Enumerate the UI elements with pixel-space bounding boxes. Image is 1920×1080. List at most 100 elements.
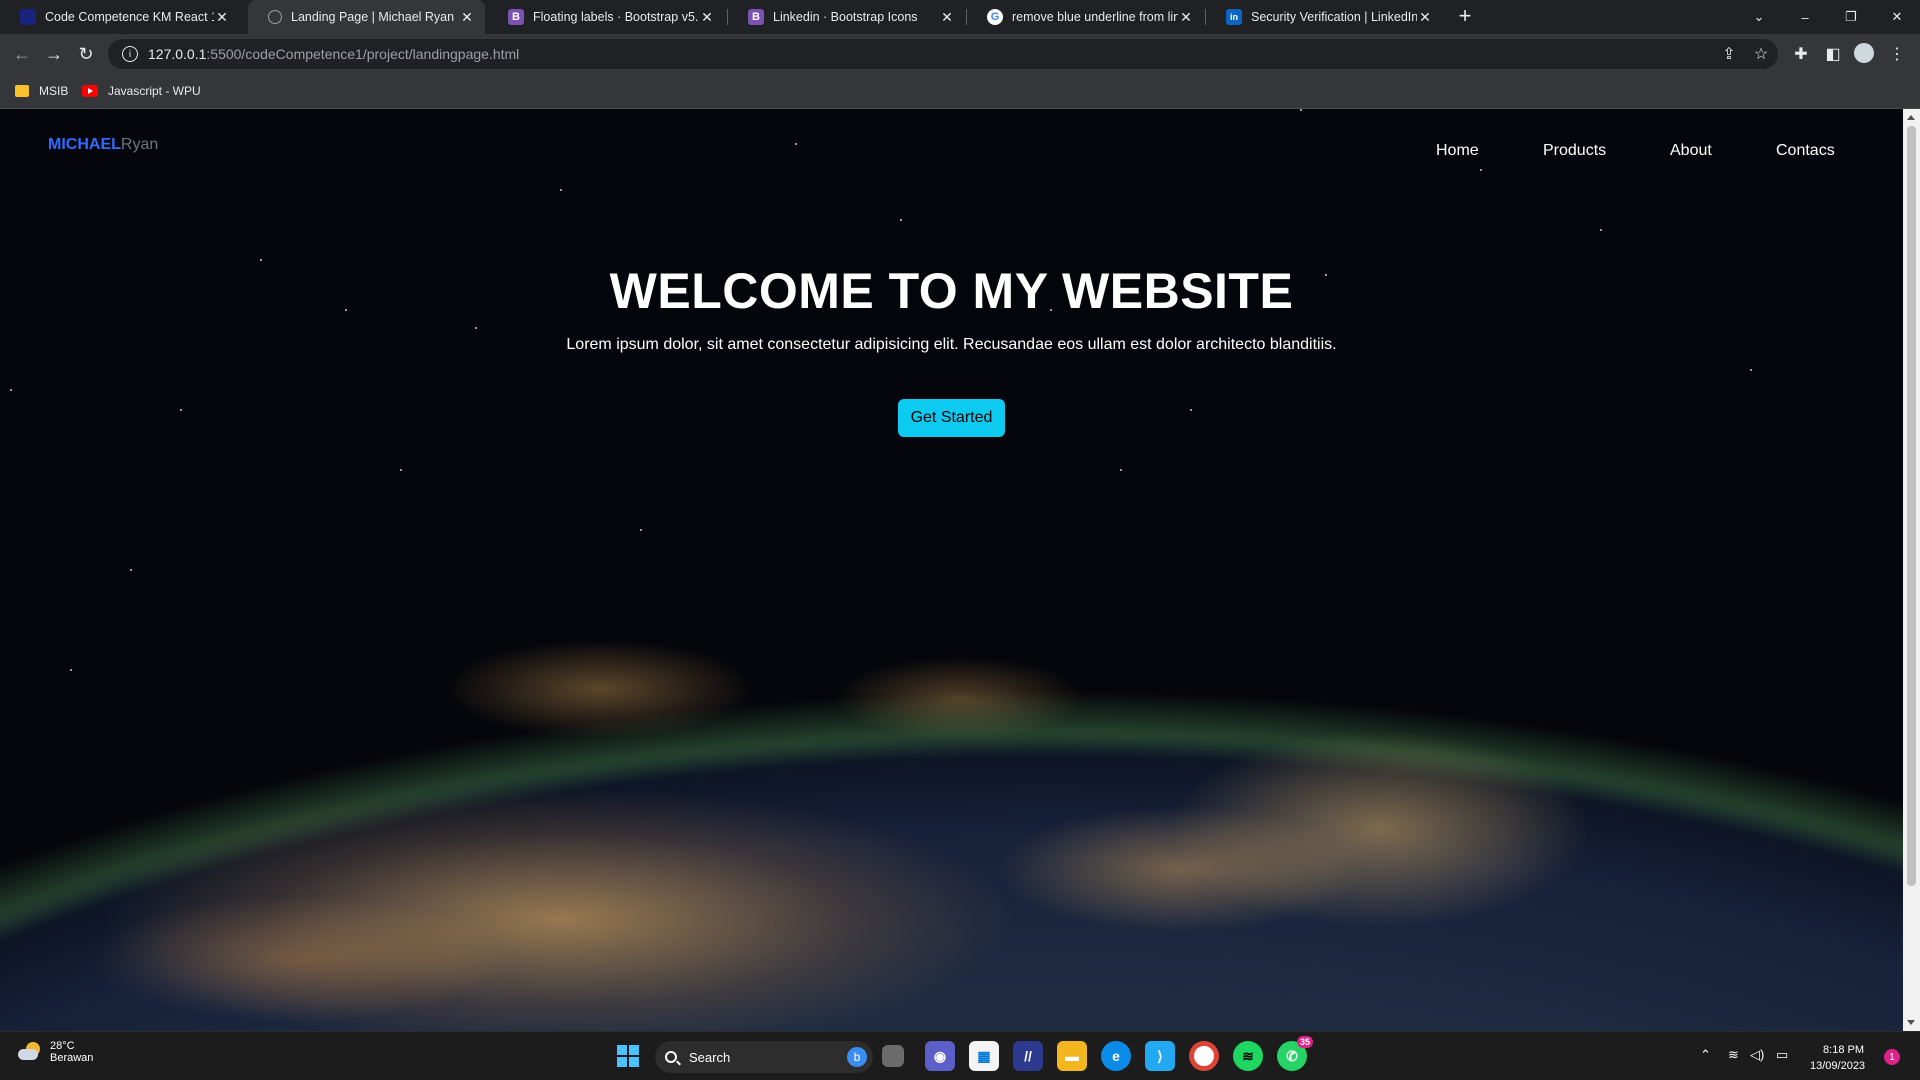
share-icon[interactable]: ⇪	[1718, 43, 1740, 65]
system-clock[interactable]: 8:18 PM 13/09/2023	[1810, 1042, 1866, 1074]
vscode-icon[interactable]: ⟩	[1145, 1041, 1175, 1071]
page-icon	[20, 9, 36, 25]
url-host: 127.0.0.1	[148, 46, 207, 62]
minimize-button[interactable]: –	[1782, 0, 1828, 34]
forward-arrow-icon[interactable]: →	[40, 40, 68, 68]
site-info-icon[interactable]: i	[122, 46, 138, 62]
notification-badge[interactable]: 1	[1884, 1049, 1900, 1065]
spotify-icon[interactable]: ≋	[1233, 1041, 1263, 1071]
star	[560, 189, 562, 191]
tab-floating-labels[interactable]: B Floating labels · Bootstrap v5.3 ✕	[488, 0, 725, 34]
bootstrap-icon: B	[748, 9, 764, 25]
close-tab-icon[interactable]: ✕	[1178, 9, 1194, 25]
edge-icon[interactable]: e	[1101, 1041, 1131, 1071]
menu-kebab-icon[interactable]: ⋮	[1886, 43, 1908, 65]
get-started-button[interactable]: Get Started	[898, 399, 1005, 437]
tab-remove-underline[interactable]: G remove blue underline from link ✕	[967, 0, 1204, 34]
teams-chat-icon[interactable]: ◉	[925, 1041, 955, 1071]
star	[260, 259, 262, 261]
tab-title: Floating labels · Bootstrap v5.3	[533, 10, 699, 24]
star	[1120, 469, 1122, 471]
globe-icon	[268, 10, 282, 24]
taskbar-search-label: Search	[689, 1049, 731, 1065]
restore-button[interactable]: ❐	[1828, 0, 1874, 34]
task-view-icon[interactable]	[882, 1045, 904, 1067]
close-tab-icon[interactable]: ✕	[939, 9, 955, 25]
scroll-down-arrow-icon[interactable]	[1907, 1020, 1915, 1025]
google-icon: G	[987, 9, 1003, 25]
page-scrollbar[interactable]	[1903, 109, 1920, 1031]
bootstrap-icon: B	[508, 9, 524, 25]
tab-linkedin-icons[interactable]: B Linkedin · Bootstrap Icons ✕	[728, 0, 965, 34]
weather-widget[interactable]: 28°C Berawan	[16, 1040, 93, 1064]
star	[1190, 409, 1192, 411]
address-bar[interactable]: i 127.0.0.1:5500/codeCompetence1/project…	[108, 39, 1778, 69]
tab-landing-page[interactable]: Landing Page | Michael Ryan ✕	[248, 0, 485, 34]
linkedin-icon: in	[1226, 9, 1242, 25]
close-tab-icon[interactable]: ✕	[459, 9, 475, 25]
brand-last-name: Ryan	[120, 136, 159, 153]
nav-about[interactable]: About	[1670, 142, 1712, 160]
extensions-icon[interactable]: ✚	[1790, 43, 1812, 65]
close-tab-icon[interactable]: ✕	[214, 9, 230, 25]
nav-home[interactable]: Home	[1436, 142, 1479, 160]
brand-logo[interactable]: MICHAELRyan	[48, 136, 158, 154]
tab-code-competence[interactable]: Code Competence KM React 1 - ✕	[0, 0, 240, 34]
search-icon	[665, 1051, 677, 1063]
windows-start-icon[interactable]	[613, 1041, 643, 1071]
star	[130, 569, 132, 571]
scrollbar-thumb[interactable]	[1907, 126, 1916, 886]
bookmark-javascript-wpu[interactable]: Javascript - WPU	[82, 81, 201, 101]
clock-time: 8:18 PM	[1823, 1044, 1864, 1056]
folder-icon	[15, 85, 29, 97]
star	[180, 409, 182, 411]
whatsapp-icon[interactable]: ✆ 35	[1277, 1036, 1313, 1071]
close-window-button[interactable]: ✕	[1874, 0, 1920, 34]
side-panel-icon[interactable]: ◧	[1822, 43, 1844, 65]
star	[900, 219, 902, 221]
taskbar-search[interactable]: Search b	[655, 1041, 873, 1073]
file-explorer-icon[interactable]: ▬	[1057, 1041, 1087, 1071]
tab-security-verification[interactable]: in Security Verification | LinkedIn ✕	[1206, 0, 1443, 34]
nav-products[interactable]: Products	[1543, 142, 1606, 160]
hero-title: WELCOME TO MY WEBSITE	[609, 263, 1294, 319]
bookmark-label: MSIB	[39, 84, 69, 98]
tab-title: Security Verification | LinkedIn	[1251, 10, 1417, 24]
star	[640, 529, 642, 531]
chevron-up-icon[interactable]: ⌃	[1700, 1047, 1711, 1063]
volume-icon[interactable]: ◁)	[1750, 1047, 1764, 1063]
bing-icon[interactable]: b	[847, 1047, 867, 1067]
partly-cloudy-icon	[16, 1041, 42, 1063]
brand-first-name: MICHAEL	[48, 136, 121, 153]
bookmark-star-icon[interactable]: ☆	[1750, 43, 1772, 65]
bookmark-label: Javascript - WPU	[108, 84, 201, 98]
tab-search-icon[interactable]: ⌄	[1736, 0, 1782, 34]
star	[1750, 369, 1752, 371]
page-viewport: MICHAELRyan Home Products About Contacs …	[0, 109, 1903, 1031]
microsoft-store-icon[interactable]: ▦	[969, 1041, 999, 1071]
back-arrow-icon[interactable]: ←	[8, 40, 36, 68]
star	[10, 389, 12, 391]
battery-icon[interactable]: ▭	[1776, 1047, 1788, 1063]
clock-date: 13/09/2023	[1810, 1060, 1866, 1072]
close-tab-icon[interactable]: ✕	[1417, 9, 1433, 25]
windows-taskbar: 28°C Berawan Search b ◉ ▦ // ▬ e ⟩ ≋ ✆ 3…	[0, 1031, 1920, 1080]
nav-contacs[interactable]: Contacs	[1776, 142, 1835, 160]
bookmarks-bar: MSIB Javascript - WPU	[0, 74, 1920, 109]
star	[1600, 229, 1602, 231]
tab-title: Landing Page | Michael Ryan	[291, 10, 455, 24]
bookmark-msib[interactable]: MSIB	[15, 81, 68, 101]
scroll-up-arrow-icon[interactable]	[1907, 115, 1915, 120]
wifi-icon[interactable]: ≋	[1728, 1047, 1739, 1063]
new-tab-button[interactable]: +	[1452, 5, 1478, 29]
close-tab-icon[interactable]: ✕	[699, 9, 715, 25]
star	[70, 669, 72, 671]
tab-title: Code Competence KM React 1 -	[45, 10, 214, 24]
chrome-icon[interactable]	[1189, 1041, 1219, 1071]
reload-icon[interactable]: ↻	[72, 40, 100, 68]
url-path: :5500/codeCompetence1/project/landingpag…	[206, 46, 520, 62]
hero-subtitle: Lorem ipsum dolor, sit amet consectetur …	[566, 336, 1337, 353]
profile-avatar[interactable]	[1854, 43, 1874, 63]
tab-strip: Code Competence KM React 1 - ✕ Landing P…	[0, 0, 1920, 34]
app-icon[interactable]: //	[1013, 1041, 1043, 1071]
